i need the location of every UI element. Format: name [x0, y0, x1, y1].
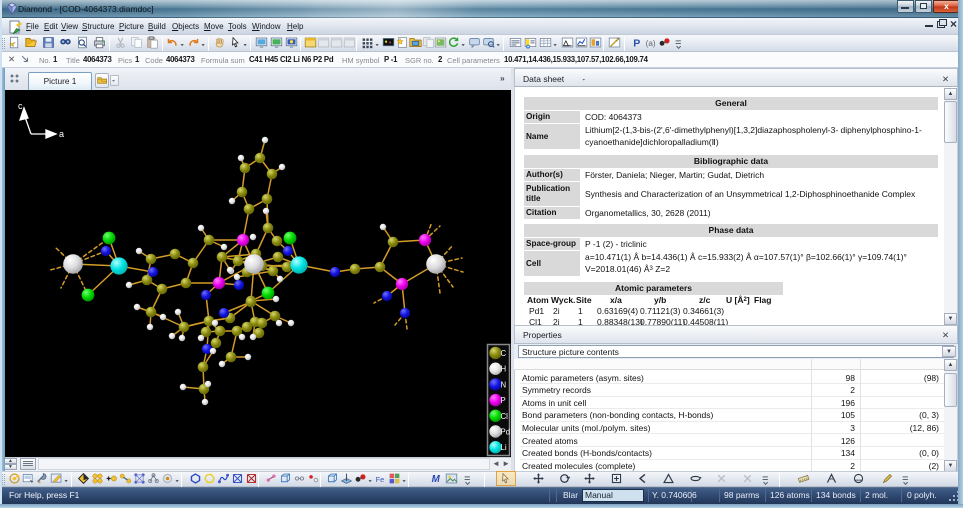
svg-text:c: c	[18, 101, 23, 111]
svg-text:P: P	[633, 38, 640, 49]
svg-text:H: H	[501, 365, 507, 374]
svg-text:M: M	[432, 474, 441, 485]
svg-text:Fe: Fe	[376, 475, 385, 484]
svg-text:C: C	[501, 349, 507, 358]
svg-text:Cl: Cl	[501, 412, 509, 421]
svg-text:Li: Li	[501, 443, 507, 452]
svg-text:(a): (a)	[646, 39, 656, 48]
svg-text:a: a	[59, 129, 64, 139]
svg-text:Pd: Pd	[501, 428, 511, 437]
svg-text:P: P	[501, 396, 506, 405]
svg-text:N: N	[501, 380, 507, 389]
